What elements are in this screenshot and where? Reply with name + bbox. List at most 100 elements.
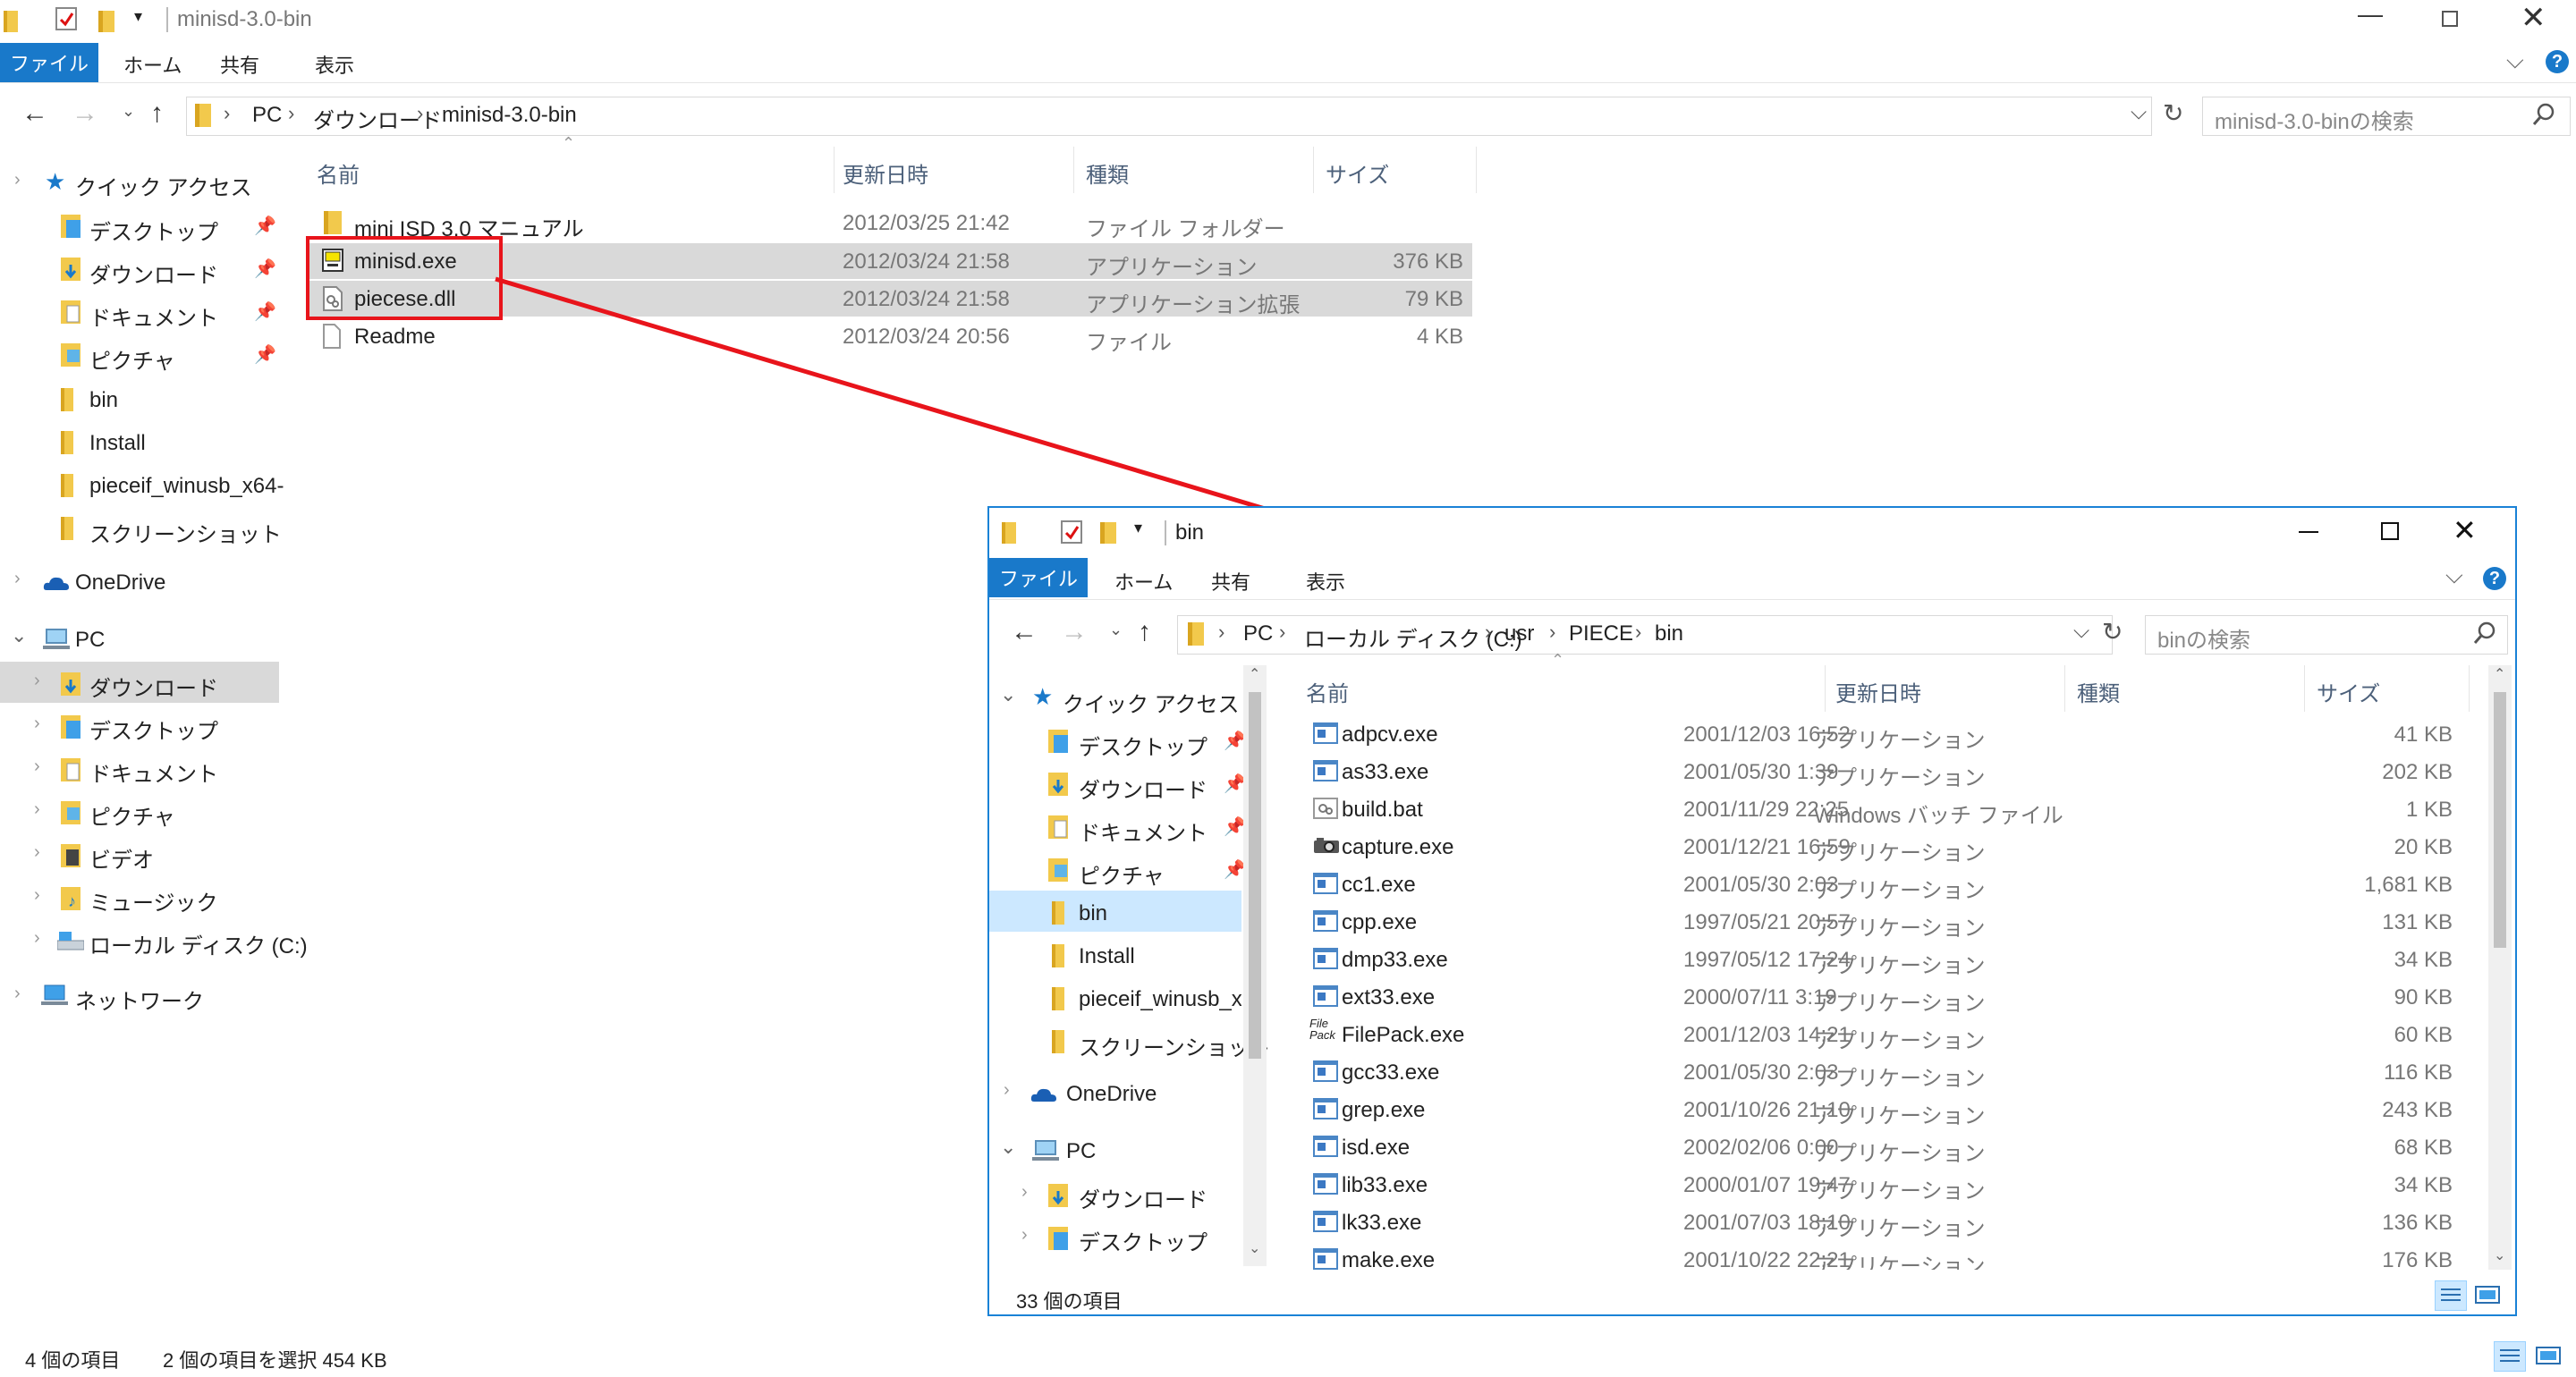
file-size: 176 KB: [2382, 1248, 2453, 1270]
ribbon-expand-icon[interactable]: ⌵: [2445, 562, 2463, 590]
tab-view[interactable]: 表示: [1306, 567, 1345, 596]
file-size: 34 KB: [2394, 1173, 2453, 1197]
address-folder-icon: [1188, 621, 1204, 646]
breadcrumb-chevron-icon[interactable]: ›: [1279, 621, 1285, 644]
breadcrumb-chevron-icon[interactable]: ›: [1549, 621, 1555, 644]
file-row[interactable]: lk33.exe 2001/07/03 18:10 アプリケーション 136 KB: [1293, 1204, 2483, 1241]
column-header-type[interactable]: 種類: [2077, 676, 2120, 707]
tab-file[interactable]: ファイル: [989, 558, 1088, 597]
customize-qat-icon[interactable]: ▾: [1134, 519, 1142, 537]
tab-share[interactable]: 共有: [1211, 567, 1250, 596]
scroll-down-icon[interactable]: ⌄: [1249, 1239, 1260, 1257]
nav-label: ドキュメント: [1079, 822, 1208, 846]
file-row[interactable]: make.exe 2001/10/22 22:21 アプリケーション 176 KB: [1293, 1241, 2483, 1270]
back-arrow-icon[interactable]: ←: [1011, 617, 1038, 647]
file-row[interactable]: adpcv.exe 2001/12/03 16:52 アプリケーション 41 KB: [1293, 715, 2483, 753]
breadcrumb-piece[interactable]: PIECE: [1569, 621, 1633, 646]
recent-locations-icon[interactable]: ⌄: [1109, 621, 1123, 639]
column-divider[interactable]: [2064, 665, 2065, 712]
new-folder-quick-icon[interactable]: [1100, 520, 1116, 544]
search-icon[interactable]: [2472, 621, 2497, 650]
file-row[interactable]: build.bat 2001/11/29 22:25 Windows バッチ ファイ…: [1293, 790, 2483, 828]
file-type: アプリケーション: [1814, 1029, 1986, 1053]
file-type: アプリケーション: [1814, 766, 1986, 790]
forward-arrow-icon[interactable]: →: [1061, 617, 1088, 647]
expand-chevron-icon[interactable]: ›: [1021, 1182, 1028, 1203]
scroll-down-icon[interactable]: ⌄: [2494, 1246, 2505, 1264]
file-name: grep.exe: [1342, 1098, 1426, 1122]
maximize-button[interactable]: [2381, 522, 2399, 540]
nav-item-install[interactable]: Install: [989, 933, 1254, 975]
collapse-chevron-icon[interactable]: ⌄: [1000, 1136, 1016, 1159]
close-button[interactable]: ✕: [2453, 513, 2477, 547]
file-name: dmp33.exe: [1342, 948, 1448, 972]
nav-item-screenshots[interactable]: スクリーンショット: [989, 1019, 1271, 1060]
details-view-icon[interactable]: [2435, 1280, 2467, 1311]
file-row[interactable]: cpp.exe 1997/05/21 20:57 アプリケーション 131 KB: [1293, 903, 2483, 941]
scrollbar-thumb[interactable]: [2494, 692, 2506, 948]
file-row[interactable]: as33.exe 2001/05/30 1:39 アプリケーション 202 KB: [1293, 753, 2483, 790]
nav-quick-access[interactable]: クイック アクセス: [1063, 687, 1239, 718]
column-divider[interactable]: [2304, 665, 2305, 712]
breadcrumb-chevron-icon[interactable]: ›: [1635, 621, 1641, 644]
large-icons-view-icon[interactable]: [2474, 1284, 2501, 1312]
column-divider[interactable]: [2469, 665, 2470, 712]
file-row[interactable]: gcc33.exe 2001/05/30 2:03 アプリケーション 116 KB: [1293, 1053, 2483, 1091]
file-row[interactable]: grep.exe 2001/10/26 21:10 アプリケーション 243 KB: [1293, 1091, 2483, 1128]
column-header-date[interactable]: 更新日時: [1835, 676, 1921, 707]
properties-quick-icon[interactable]: [1061, 520, 1082, 544]
file-size: 41 KB: [2394, 722, 2453, 747]
column-header-name[interactable]: 名前: [1306, 676, 1349, 707]
nav-item-documents[interactable]: ドキュメント 📌: [989, 805, 1254, 846]
nav-item-downloads[interactable]: ダウンロード 📌: [989, 762, 1254, 803]
scroll-up-icon[interactable]: ⌃: [2494, 665, 2505, 683]
exe-icon: [1313, 985, 1338, 1011]
nav-pc[interactable]: PC: [1066, 1139, 1096, 1164]
file-type: アプリケーション: [1814, 992, 1986, 1016]
tab-home[interactable]: ホーム: [1114, 567, 1173, 596]
nav-item-pieceif[interactable]: pieceif_winusb_x: [989, 976, 1241, 1018]
refresh-icon[interactable]: ↻: [2102, 617, 2123, 646]
file-row[interactable]: dmp33.exe 1997/05/12 17:24 アプリケーション 34 KB: [1293, 941, 2483, 978]
file-row[interactable]: ext33.exe 2000/07/11 3:19 アプリケーション 90 KB: [1293, 978, 2483, 1016]
status-item-count: 33 個の項目: [1016, 1290, 1123, 1313]
folder-icon: [1002, 520, 1016, 544]
collapse-chevron-icon[interactable]: ⌄: [1000, 683, 1016, 706]
exe-icon: [1313, 1248, 1338, 1270]
nav-item-pc-desktop[interactable]: › デスクトップ: [989, 1216, 1254, 1257]
scrollbar-thumb[interactable]: [1249, 692, 1261, 1059]
address-dropdown-icon[interactable]: ⌵: [2073, 619, 2089, 644]
column-header-size[interactable]: サイズ: [2317, 676, 2380, 707]
nav-item-pc-downloads[interactable]: › ダウンロード: [989, 1173, 1254, 1214]
scroll-up-icon[interactable]: ⌃: [1249, 665, 1260, 683]
nav-scrollbar[interactable]: ⌃ ⌄: [1243, 665, 1267, 1266]
breadcrumb-chevron-icon[interactable]: ›: [1218, 621, 1224, 644]
expand-chevron-icon[interactable]: ›: [1004, 1080, 1010, 1101]
nav-label: ダウンロード: [1079, 779, 1208, 803]
file-type: アプリケーション: [1814, 1255, 1986, 1270]
file-row[interactable]: File Pack FilePack.exe 2001/12/03 14:21 アプリ…: [1293, 1016, 2483, 1053]
exe-icon: [1313, 1211, 1338, 1237]
expand-chevron-icon[interactable]: ›: [1021, 1225, 1028, 1246]
folder-icon: [1052, 942, 1064, 967]
breadcrumb-pc[interactable]: PC: [1243, 621, 1273, 646]
file-row[interactable]: lib33.exe 2000/01/07 19:47 アプリケーション 34 KB: [1293, 1166, 2483, 1204]
help-icon[interactable]: ?: [2483, 567, 2506, 590]
content-scrollbar[interactable]: ⌃ ⌄: [2488, 665, 2512, 1270]
column-divider[interactable]: [1825, 665, 1826, 712]
file-row[interactable]: isd.exe 2002/02/06 0:00 アプリケーション 68 KB: [1293, 1128, 2483, 1166]
up-arrow-icon[interactable]: ↑: [1138, 617, 1151, 647]
file-size: 68 KB: [2394, 1136, 2453, 1160]
minimize-button[interactable]: [2299, 531, 2318, 533]
nav-item-bin-selected[interactable]: bin: [989, 891, 1241, 932]
desktop-folder-icon: [1048, 728, 1068, 753]
nav-item-pictures[interactable]: ピクチャ 📌: [989, 848, 1254, 889]
file-row[interactable]: cc1.exe 2001/05/30 2:03 アプリケーション 1,681 KB: [1293, 866, 2483, 903]
breadcrumb-chevron-icon[interactable]: ›: [1485, 621, 1491, 644]
file-row[interactable]: capture.exe 2001/12/21 16:59 アプリケーション 20 KB: [1293, 828, 2483, 866]
breadcrumb-usr[interactable]: usr: [1504, 621, 1534, 646]
nav-item-desktop[interactable]: デスクトップ 📌: [989, 719, 1254, 760]
breadcrumb-current[interactable]: bin: [1655, 621, 1683, 646]
nav-onedrive[interactable]: OneDrive: [1066, 1082, 1157, 1107]
file-list: adpcv.exe 2001/12/03 16:52 アプリケーション 41 KB as…: [1293, 715, 2483, 1270]
